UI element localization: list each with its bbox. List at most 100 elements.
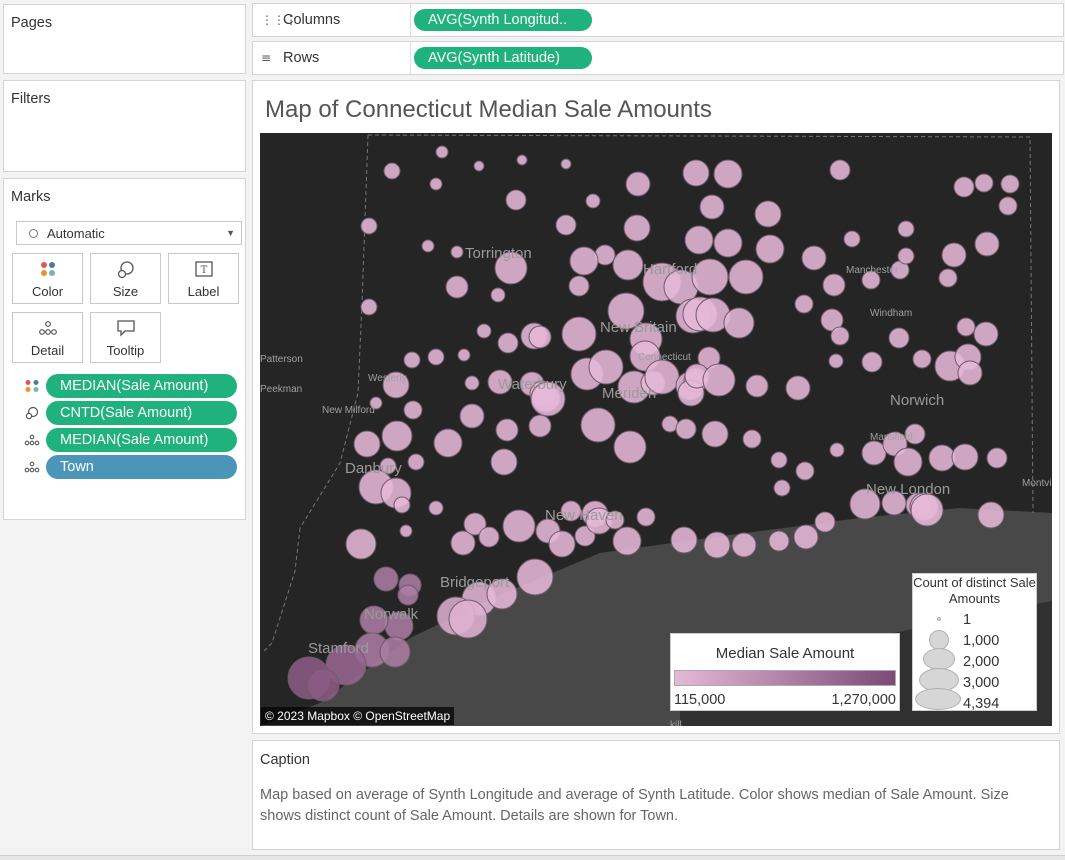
town-bubble[interactable] [476,323,492,339]
town-bubble[interactable] [560,158,572,170]
town-bubble[interactable] [822,273,846,297]
town-bubble[interactable] [433,428,463,458]
color-button[interactable]: Color [12,253,83,304]
town-bubble[interactable] [588,349,624,385]
town-bubble[interactable] [953,176,975,198]
town-bubble[interactable] [407,453,425,471]
size-button[interactable]: Size [90,253,161,304]
town-bubble[interactable] [429,177,443,191]
town-bubble[interactable] [742,429,762,449]
town-bubble[interactable] [755,234,785,264]
town-bubble[interactable] [421,239,435,253]
town-bubble[interactable] [956,317,976,337]
town-bubble[interactable] [745,374,769,398]
town-bubble[interactable] [941,242,967,268]
town-bubble[interactable] [505,189,527,211]
town-bubble[interactable] [516,154,528,166]
columns-shelf[interactable]: ⋮⋮⋮ Columns AVG(Synth Longitud.. [252,3,1064,37]
town-bubble[interactable] [888,327,910,349]
town-bubble[interactable] [830,326,850,346]
town-bubble[interactable] [399,524,413,538]
detail-button[interactable]: Detail [12,312,83,363]
rows-pill[interactable]: AVG(Synth Latitude) [414,47,592,69]
town-bubble[interactable] [828,353,844,369]
town-bubble[interactable] [768,530,790,552]
town-bubble[interactable] [353,430,381,458]
town-bubble[interactable] [974,173,994,193]
town-bubble[interactable] [703,531,731,559]
town-bubble[interactable] [623,214,651,242]
town-bubble[interactable] [723,307,755,339]
field-pill[interactable]: MEDIAN(Sale Amount) [46,374,237,398]
town-bubble[interactable] [794,294,814,314]
town-bubble[interactable] [393,496,411,514]
town-bubble[interactable] [381,420,413,452]
marks-field-detail[interactable]: MEDIAN(Sale Amount) [22,428,238,452]
town-bubble[interactable] [569,246,599,276]
town-bubble[interactable] [951,443,979,471]
town-bubble[interactable] [1000,174,1020,194]
field-pill[interactable]: MEDIAN(Sale Amount) [46,428,237,452]
town-bubble[interactable] [912,349,932,369]
town-bubble[interactable] [459,403,485,429]
filters-card[interactable]: Filters [3,80,246,172]
sheet-tab-bar[interactable] [0,855,1065,860]
town-bubble[interactable] [702,363,736,397]
town-bubble[interactable] [770,451,788,469]
town-bubble[interactable] [528,414,552,438]
town-bubble[interactable] [497,332,519,354]
town-bubble[interactable] [897,247,915,265]
town-bubble[interactable] [445,275,469,299]
town-bubble[interactable] [861,440,887,466]
town-bubble[interactable] [306,668,340,702]
town-bubble[interactable] [555,214,577,236]
town-bubble[interactable] [580,407,616,443]
town-bubble[interactable] [403,351,421,369]
town-bubble[interactable] [974,231,1000,257]
town-bubble[interactable] [403,400,423,420]
town-bubble[interactable] [383,162,401,180]
town-bubble[interactable] [490,448,518,476]
town-bubble[interactable] [345,528,377,560]
town-bubble[interactable] [910,493,944,527]
town-bubble[interactable] [448,599,488,639]
town-bubble[interactable] [691,258,729,296]
town-bubble[interactable] [379,636,411,668]
tooltip-button[interactable]: Tooltip [90,312,161,363]
town-bubble[interactable] [528,325,552,349]
town-bubble[interactable] [893,447,923,477]
town-bubble[interactable] [478,526,500,548]
label-button[interactable]: T Label [168,253,239,304]
town-bubble[interactable] [731,532,757,558]
pages-card[interactable]: Pages [3,4,246,74]
town-bubble[interactable] [427,348,445,366]
town-bubble[interactable] [450,245,464,259]
town-bubble[interactable] [814,511,836,533]
town-bubble[interactable] [801,245,827,271]
marks-field-color[interactable]: MEDIAN(Sale Amount) [22,374,238,398]
town-bubble[interactable] [843,230,861,248]
town-bubble[interactable] [754,200,782,228]
town-bubble[interactable] [938,268,958,288]
town-bubble[interactable] [829,159,851,181]
town-bubble[interactable] [675,418,697,440]
town-bubble[interactable] [713,228,743,258]
marks-field-size[interactable]: CNTD(Sale Amount) [22,401,238,425]
marks-field-detail[interactable]: Town [22,455,238,479]
field-pill[interactable]: Town [46,455,237,479]
town-bubble[interactable] [612,526,642,556]
town-bubble[interactable] [636,507,656,527]
town-bubble[interactable] [793,524,819,550]
town-bubble[interactable] [464,375,480,391]
town-bubble[interactable] [973,321,999,347]
town-bubble[interactable] [795,461,815,481]
town-bubble[interactable] [957,360,983,386]
town-bubble[interactable] [373,566,399,592]
columns-pill[interactable]: AVG(Synth Longitud.. [414,9,592,31]
town-bubble[interactable] [516,558,554,596]
field-pill[interactable]: CNTD(Sale Amount) [46,401,237,425]
town-bubble[interactable] [728,259,764,295]
town-bubble[interactable] [435,145,449,159]
town-bubble[interactable] [490,287,506,303]
town-bubble[interactable] [785,375,811,401]
